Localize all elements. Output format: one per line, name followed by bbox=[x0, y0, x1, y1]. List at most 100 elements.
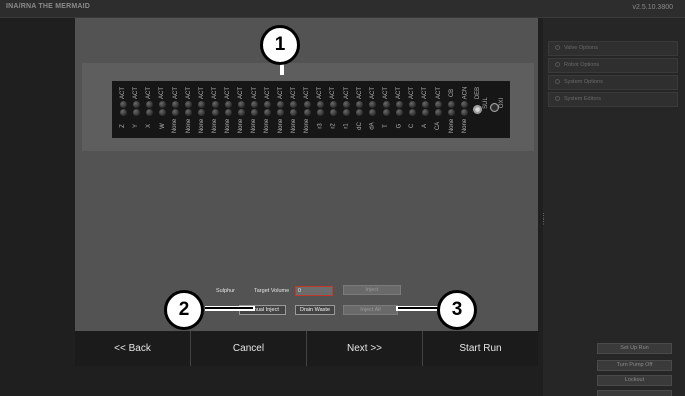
valve-button[interactable] bbox=[343, 101, 351, 108]
target-volume-label: Target Volume bbox=[254, 288, 290, 294]
inject-button[interactable]: Inject bbox=[343, 285, 401, 295]
valve-label-bottom: W bbox=[159, 123, 166, 129]
valve-label-bottom: Z bbox=[119, 124, 126, 128]
version-label: v2.5.10.3800 bbox=[632, 4, 673, 11]
app-title: INA/RNA THE MERMAID bbox=[6, 3, 91, 10]
valve-button[interactable] bbox=[435, 101, 443, 108]
expand-icon bbox=[555, 62, 560, 67]
valve-button[interactable] bbox=[395, 101, 403, 108]
valve-button[interactable] bbox=[237, 101, 245, 108]
valve-button[interactable] bbox=[119, 109, 127, 116]
reagent-name-label: Sulphur bbox=[216, 288, 235, 294]
valve-label-bottom: None bbox=[461, 118, 468, 134]
valve-label-bottom: dC bbox=[356, 122, 363, 130]
valve-button[interactable] bbox=[421, 109, 429, 116]
next-button[interactable]: Next >> bbox=[307, 331, 423, 366]
valve-label-bottom: A bbox=[422, 123, 429, 129]
valve-button[interactable] bbox=[224, 101, 232, 108]
back-button[interactable]: << Back bbox=[75, 331, 191, 366]
drag-handle[interactable]: ⋮ ⋮ bbox=[540, 213, 547, 232]
valve-button[interactable] bbox=[277, 101, 285, 108]
valve-label-bottom: T bbox=[382, 124, 389, 128]
valve-button[interactable] bbox=[343, 109, 351, 116]
valve-label-bottom: None bbox=[172, 118, 179, 134]
valve-label-bottom: CA bbox=[435, 121, 442, 131]
side-button-4[interactable] bbox=[597, 390, 672, 396]
valve-label-bottom: Y bbox=[133, 123, 140, 129]
dialog-footer: << Back Cancel Next >> Start Run bbox=[75, 331, 538, 366]
valve-label-bottom: None bbox=[304, 118, 311, 134]
valve-label-bottom: None bbox=[238, 118, 245, 134]
valve-button[interactable] bbox=[329, 109, 337, 116]
valve-button[interactable] bbox=[264, 101, 272, 108]
valve-button[interactable] bbox=[382, 109, 390, 116]
valve-button[interactable] bbox=[132, 101, 140, 108]
valve-label-bottom: None bbox=[251, 118, 258, 134]
valve-button[interactable] bbox=[251, 101, 258, 108]
valve-label-bottom: None bbox=[290, 118, 297, 134]
target-volume-input[interactable]: 0 bbox=[295, 286, 333, 296]
valve-button[interactable] bbox=[119, 101, 127, 108]
valve-button[interactable] bbox=[408, 109, 416, 116]
valve-label-bottom: None bbox=[185, 118, 192, 134]
valve-button[interactable] bbox=[356, 101, 364, 108]
valve-button[interactable] bbox=[382, 101, 390, 108]
callout-2: 2 bbox=[164, 290, 204, 330]
system-editors-item[interactable]: System Editors bbox=[548, 92, 678, 107]
valve-label-bottom: None bbox=[448, 118, 455, 134]
set-up-run-button[interactable]: Set Up Run bbox=[597, 343, 672, 354]
cancel-button[interactable]: Cancel bbox=[191, 331, 307, 366]
expand-icon bbox=[555, 79, 560, 84]
valve-button[interactable] bbox=[185, 101, 193, 108]
valve-button[interactable] bbox=[158, 109, 166, 116]
valve-panel: ACT ACT ACT ACT ACT ACT ACT ACT ACT ACT ACT ACT ACT A… bbox=[82, 63, 534, 151]
valve-button[interactable] bbox=[303, 109, 311, 116]
valve-label-bottom: None bbox=[198, 118, 205, 134]
callout-3: 3 bbox=[437, 290, 477, 330]
expand-icon bbox=[555, 45, 560, 50]
valve-label-bottom: None bbox=[277, 118, 284, 134]
valve-label-bottom: C bbox=[409, 123, 416, 129]
valve-button[interactable] bbox=[329, 101, 337, 108]
valve-button[interactable] bbox=[395, 109, 403, 116]
valve-label-oxi: OXI bbox=[499, 97, 506, 109]
turn-pump-off-button[interactable]: Turn Pump Off bbox=[597, 360, 672, 371]
valve-button[interactable] bbox=[237, 109, 245, 116]
valve-button[interactable] bbox=[369, 101, 377, 108]
valve-button[interactable] bbox=[145, 101, 153, 108]
inject-all-button[interactable]: Inject All bbox=[343, 305, 398, 315]
valve-button[interactable] bbox=[316, 109, 324, 116]
valve-button[interactable] bbox=[224, 109, 232, 116]
valve-options-item[interactable]: Valve Options bbox=[548, 41, 678, 56]
valve-label-bottom: G bbox=[396, 123, 403, 129]
system-options-item[interactable]: System Options bbox=[548, 75, 678, 90]
valve-label-bottom: r2 bbox=[330, 123, 337, 129]
valve-button[interactable] bbox=[211, 109, 219, 116]
valve-button[interactable] bbox=[172, 101, 180, 108]
valve-button[interactable] bbox=[303, 101, 311, 108]
valve-label-bottom: dA bbox=[369, 122, 376, 130]
valve-button[interactable] bbox=[290, 101, 298, 108]
valve-button[interactable] bbox=[145, 109, 153, 116]
valve-label-bottom: r3 bbox=[317, 123, 324, 129]
valve-label-bottom: None bbox=[264, 118, 271, 134]
valve-button[interactable] bbox=[448, 101, 456, 108]
valve-button[interactable] bbox=[158, 101, 166, 108]
valve-button[interactable] bbox=[408, 101, 416, 108]
valve-button[interactable] bbox=[251, 109, 258, 116]
valve-label-bottom: None bbox=[212, 118, 219, 134]
lockout-button[interactable]: Lockout bbox=[597, 375, 672, 386]
start-run-button[interactable]: Start Run bbox=[423, 331, 538, 366]
app-title-bar: INA/RNA THE MERMAID v2.5.10.3800 bbox=[0, 0, 685, 18]
valve-button[interactable] bbox=[421, 101, 429, 108]
robot-options-item[interactable]: Robot Options bbox=[548, 58, 678, 73]
valve-button[interactable] bbox=[211, 101, 219, 108]
valve-button[interactable] bbox=[198, 101, 206, 108]
valve-button[interactable] bbox=[132, 109, 140, 116]
valve-button[interactable] bbox=[461, 101, 469, 108]
drain-waste-button[interactable]: Drain Waste bbox=[295, 305, 335, 315]
callout-2-leader-inner bbox=[205, 307, 253, 309]
valve-label-bottom: X bbox=[146, 123, 153, 129]
valve-button[interactable] bbox=[316, 101, 324, 108]
callout-1: 1 bbox=[260, 25, 300, 65]
